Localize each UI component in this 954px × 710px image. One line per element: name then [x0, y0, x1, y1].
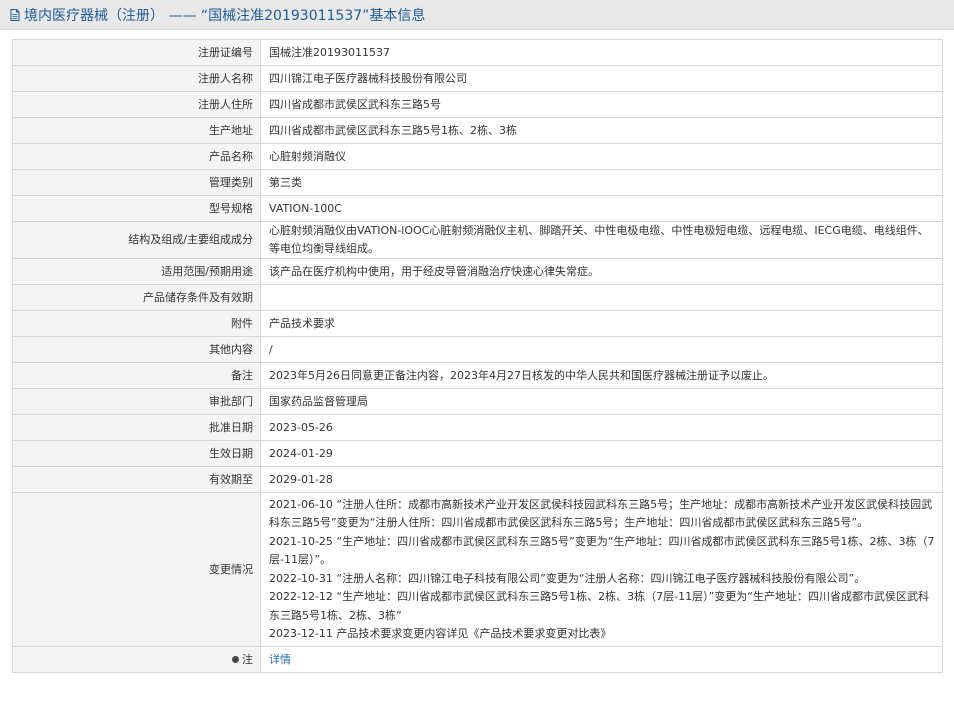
- field-label: 审批部门: [12, 388, 261, 415]
- field-label: 变更情况: [12, 492, 261, 647]
- table-row: 有效期至 2029-01-28: [12, 466, 943, 493]
- change-entry: 2022-12-12 “生产地址：四川省成都市武侯区武科东三路5号1栋、2栋、3…: [269, 590, 929, 622]
- table-row: 备注 2023年5月26日同意更正备注内容，2023年4月27日核发的中华人民共和…: [12, 362, 943, 389]
- field-value: 2023年5月26日同意更正备注内容，2023年4月27日核发的中华人民共和国医…: [260, 362, 943, 389]
- field-value: 第三类: [260, 169, 943, 196]
- field-label: 注册证编号: [12, 39, 261, 66]
- change-entry: 2023-12-11 产品技术要求变更内容详见《产品技术要求变更对比表》: [269, 627, 612, 640]
- field-label: 注册人名称: [12, 65, 261, 92]
- field-label: 生产地址: [12, 117, 261, 144]
- change-entry: 2022-10-31 “注册人名称：四川锦江电子科技有限公司”变更为“注册人名称…: [269, 571, 866, 585]
- note-value-cell: 详情: [260, 646, 943, 673]
- field-label: 产品储存条件及有效期: [12, 284, 261, 311]
- table-row: 型号规格 VATION-100C: [12, 195, 943, 222]
- table-row: 注册人住所 四川省成都市武侯区武科东三路5号: [12, 91, 943, 118]
- table-row: 产品储存条件及有效期: [12, 284, 943, 311]
- field-value: 四川省成都市武侯区武科东三路5号: [260, 91, 943, 118]
- field-label: 生效日期: [12, 440, 261, 467]
- field-value: 2029-01-28: [260, 466, 943, 493]
- field-value: [260, 284, 943, 311]
- field-value: 国家药品监督管理局: [260, 388, 943, 415]
- bullet-icon: [232, 655, 239, 663]
- change-entry: 2021-10-25 “生产地址：四川省成都市武侯区武科东三路5号”变更为“生产…: [269, 534, 935, 567]
- field-value: 国械注准20193011537: [260, 39, 943, 66]
- field-label: 其他内容: [12, 336, 261, 363]
- table-row: 生效日期 2024-01-29: [12, 440, 943, 467]
- page-title: 境内医疗器械（注册） —— “国械注准20193011537”基本信息: [24, 7, 426, 24]
- field-value: VATION-100C: [260, 195, 943, 222]
- field-label: 附件: [12, 310, 261, 337]
- info-table: 注册证编号 国械注准20193011537 注册人名称 四川锦江电子医疗器械科技股份…: [12, 39, 943, 673]
- field-value: 心脏射频消融仪: [260, 143, 943, 170]
- table-row: 审批部门 国家药品监督管理局: [12, 388, 943, 415]
- field-label: 批准日期: [12, 414, 261, 441]
- field-value: 四川省成都市武侯区武科东三路5号1栋、2栋、3栋: [260, 117, 943, 144]
- table-row-note: 注 详情: [12, 646, 943, 673]
- field-value: 产品技术要求: [260, 310, 943, 337]
- field-label: 有效期至: [12, 466, 261, 493]
- table-row: 产品名称 心脏射频消融仪: [12, 143, 943, 170]
- table-row: 注册证编号 国械注准20193011537: [12, 39, 943, 66]
- field-label: 注册人住所: [12, 91, 261, 118]
- field-label: 适用范围/预期用途: [12, 258, 261, 285]
- document-icon: [10, 8, 20, 21]
- field-value: 2023-05-26: [260, 414, 943, 441]
- field-label: 型号规格: [12, 195, 261, 222]
- page-header: 境内医疗器械（注册） —— “国械注准20193011537”基本信息: [0, 0, 954, 30]
- table-row: 批准日期 2023-05-26: [12, 414, 943, 441]
- change-entry: 2021-06-10 “注册人住所：成都市高新技术产业开发区武侯科技园武科东三路…: [269, 497, 933, 530]
- field-label: 产品名称: [12, 143, 261, 170]
- field-value: 心脏射频消融仪由VATION-lOOC心脏射频消融仪主机、脚踏开关、中性电极电缆…: [260, 221, 943, 259]
- field-label: 结构及组成/主要组成成分: [12, 221, 261, 259]
- field-label: 备注: [12, 362, 261, 389]
- field-value: 2024-01-29: [260, 440, 943, 467]
- note-label-cell: 注: [12, 646, 261, 673]
- table-row: 附件 产品技术要求: [12, 310, 943, 337]
- table-row: 生产地址 四川省成都市武侯区武科东三路5号1栋、2栋、3栋: [12, 117, 943, 144]
- details-link[interactable]: 详情: [269, 653, 291, 666]
- table-row: 管理类别 第三类: [12, 169, 943, 196]
- table-row: 适用范围/预期用途 该产品在医疗机构中使用，用于经皮导管消融治疗快速心律失常症。: [12, 258, 943, 285]
- table-row-changes: 变更情况 2021-06-10 “注册人住所：成都市高新技术产业开发区武侯科技园…: [12, 492, 943, 647]
- table-row: 结构及组成/主要组成成分 心脏射频消融仪由VATION-lOOC心脏射频消融仪主机…: [12, 221, 943, 259]
- field-value: /: [260, 336, 943, 363]
- table-row: 注册人名称 四川锦江电子医疗器械科技股份有限公司: [12, 65, 943, 92]
- table-row: 其他内容 /: [12, 336, 943, 363]
- note-label: 注: [242, 652, 253, 666]
- field-label: 管理类别: [12, 169, 261, 196]
- field-value: 该产品在医疗机构中使用，用于经皮导管消融治疗快速心律失常症。: [260, 258, 943, 285]
- field-value: 四川锦江电子医疗器械科技股份有限公司: [260, 65, 943, 92]
- changes-list: 2021-06-10 “注册人住所：成都市高新技术产业开发区武侯科技园武科东三路…: [260, 492, 943, 647]
